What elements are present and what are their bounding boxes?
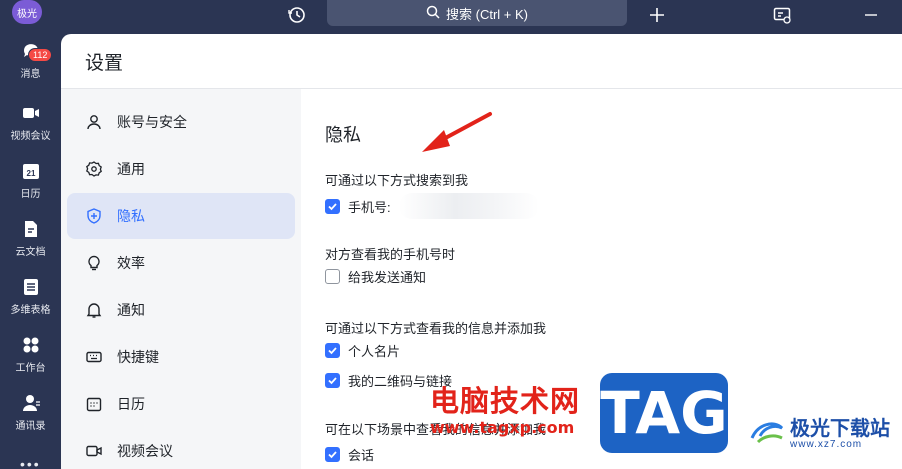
search-bar[interactable]: 搜索 (Ctrl + K) [327, 0, 627, 26]
bell-icon [85, 301, 103, 319]
chat-option[interactable]: 会话 [325, 445, 374, 464]
nav-item-account[interactable]: 账号与安全 [67, 99, 295, 145]
card-checkbox[interactable] [325, 343, 340, 358]
rail-item-label: 多维表格 [10, 305, 51, 316]
rail-item-label: 通讯录 [15, 421, 46, 432]
gear-icon [85, 160, 103, 178]
view-phone-label: 对方查看我的手机号时 [325, 247, 456, 262]
rail-item-label: 消息 [20, 69, 41, 80]
keyboard-icon [85, 348, 103, 366]
calendar-day: 21 [26, 169, 35, 178]
notify-option[interactable]: 给我发送通知 [325, 267, 426, 286]
search-icon [426, 5, 440, 22]
card-option-label: 个人名片 [348, 344, 401, 359]
rail-item-label: 云文档 [15, 247, 46, 258]
phone-option[interactable]: 手机号: [325, 193, 539, 219]
top-bar: 极光 搜索 (Ctrl + K) [0, 0, 902, 32]
section-title: 隐私 [325, 125, 361, 145]
notification-settings-icon[interactable] [771, 4, 793, 26]
calendar-icon: 21 [20, 160, 42, 182]
grid-icon [20, 334, 42, 356]
nav-item-privacy[interactable]: 隐私 [67, 193, 295, 239]
video-icon [20, 102, 42, 124]
plus-icon[interactable] [646, 4, 668, 26]
rail-item-label: 视频会议 [10, 131, 51, 142]
watermark-url: www.tagxp.com [430, 418, 575, 437]
watermark-cn: 电脑技术网 [430, 384, 581, 418]
chat-option-label: 会话 [348, 448, 375, 463]
tag-logo: TAG [600, 373, 728, 453]
more-icon[interactable]: ••• [20, 456, 41, 469]
nav-item-efficiency[interactable]: 效率 [67, 240, 295, 286]
unread-badge: 112 [28, 48, 53, 62]
notify-checkbox[interactable] [325, 269, 340, 284]
qr-checkbox[interactable] [325, 373, 340, 388]
rail-item-messages[interactable]: 消息 112 [0, 40, 61, 90]
settings-nav: 账号与安全 通用 隐私 效率 通知 快捷键 日历 视频会议 [61, 89, 301, 469]
nav-item-shortcuts[interactable]: 快捷键 [67, 334, 295, 380]
jiguang-name: 极光下载站 [790, 416, 890, 440]
app-rail: 消息 112 视频会议 21 日历 云文档 多维表格 工作台 通讯录 [0, 32, 61, 469]
phone-checkbox[interactable] [325, 198, 340, 214]
phone-number-redacted [398, 193, 539, 219]
rail-item-contacts[interactable]: 通讯录 [0, 392, 61, 442]
rail-item-workplace[interactable]: 工作台 [0, 334, 61, 384]
search-label: 搜索 (Ctrl + K) [446, 6, 528, 22]
chat-checkbox[interactable] [325, 447, 340, 462]
rail-item-docs[interactable]: 云文档 [0, 218, 61, 268]
notify-option-label: 给我发送通知 [348, 270, 427, 285]
jiguang-url: www.xz7.com [790, 439, 863, 450]
contacts-icon [20, 392, 42, 414]
jiguang-swirl-icon [748, 416, 786, 451]
table-icon [20, 276, 42, 298]
user-icon [85, 113, 103, 131]
shield-icon [85, 207, 103, 225]
page-title: 设置 [61, 34, 902, 89]
nav-item-label: 通知 [117, 302, 145, 318]
nav-item-label: 日历 [117, 396, 145, 412]
card-option[interactable]: 个人名片 [325, 341, 400, 360]
rail-item-video[interactable]: 视频会议 [0, 102, 61, 152]
nav-item-label: 隐私 [117, 208, 145, 224]
nav-item-label: 账号与安全 [117, 114, 187, 130]
rail-item-label: 日历 [20, 189, 41, 200]
jiguang-logo: 极光下载站 www.xz7.com [748, 416, 890, 451]
video-icon [85, 442, 103, 460]
nav-item-label: 视频会议 [117, 443, 173, 459]
rail-item-calendar[interactable]: 21 日历 [0, 160, 61, 210]
calendar-icon [85, 395, 103, 413]
add-me-label: 可通过以下方式查看我的信息并添加我 [325, 321, 547, 336]
nav-item-video[interactable]: 视频会议 [67, 428, 295, 469]
nav-item-label: 效率 [117, 255, 145, 271]
nav-item-label: 通用 [117, 161, 145, 177]
rail-item-label: 工作台 [15, 363, 46, 374]
avatar[interactable]: 极光 [12, 0, 42, 24]
minimize-icon[interactable] [860, 4, 882, 26]
history-icon[interactable] [286, 4, 308, 26]
nav-item-notifications[interactable]: 通知 [67, 287, 295, 333]
phone-option-label: 手机号: [348, 199, 391, 215]
nav-item-calendar[interactable]: 日历 [67, 381, 295, 427]
nav-item-label: 快捷键 [117, 349, 159, 365]
doc-icon [20, 218, 42, 240]
bulb-icon [85, 254, 103, 272]
search-me-label: 可通过以下方式搜索到我 [325, 173, 469, 188]
rail-item-bitable[interactable]: 多维表格 [0, 276, 61, 326]
nav-item-general[interactable]: 通用 [67, 146, 295, 192]
